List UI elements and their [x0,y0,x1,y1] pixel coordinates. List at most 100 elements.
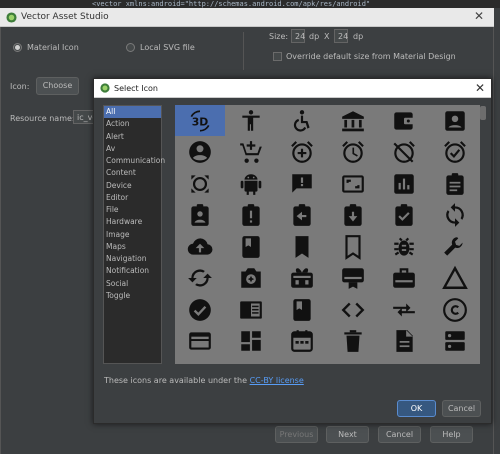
override-size-checkbox[interactable] [273,52,282,61]
accessible-icon [293,109,310,132]
category-item-action[interactable]: Action [104,118,161,130]
category-item-alert[interactable]: Alert [104,131,161,143]
icon-cell[interactable] [430,200,480,231]
category-item-device[interactable]: Device [104,180,161,192]
icon-cell[interactable] [277,326,327,357]
license-note: These icons are available under the CC-B… [104,376,304,385]
assignment-late-icon [242,204,260,226]
category-item-toggle[interactable]: Toggle [104,290,161,302]
icon-cell[interactable] [328,294,378,325]
icon-grid-scrollbar[interactable] [480,105,486,364]
icon-cell[interactable] [277,200,327,231]
chrome-reader-mode-icon [240,300,262,319]
vector-asset-studio-titlebar: Vector Asset Studio ✕ [0,8,494,27]
close-icon[interactable]: ✕ [474,9,484,23]
icon-cell[interactable] [226,231,276,262]
material-icon-radio[interactable] [13,43,22,52]
local-svg-radio[interactable] [126,43,135,52]
category-item-av[interactable]: Av [104,143,161,155]
assignment-turned-in-icon [395,204,413,226]
account-circle-icon [189,141,211,163]
choose-button[interactable]: Choose [36,77,79,95]
icon-cell[interactable] [328,137,378,168]
icon-cell[interactable] [430,105,480,136]
wizard-cancel-button[interactable]: Cancel [378,426,421,443]
icon-cell[interactable] [430,263,480,294]
icon-cell[interactable] [226,200,276,231]
previous-button[interactable]: Previous [275,426,318,443]
next-button[interactable]: Next [326,426,369,443]
width-field[interactable]: 24 [291,29,305,43]
icon-cell[interactable] [379,168,429,199]
icon-cell[interactable] [175,231,225,262]
category-item-hardware[interactable]: Hardware [104,216,161,228]
assignment-returned-icon [344,204,362,226]
icon-cell[interactable] [328,263,378,294]
icon-cell[interactable] [430,294,480,325]
backup-icon [187,237,213,255]
icon-cell[interactable] [379,294,429,325]
check-circle-icon [189,298,211,321]
category-item-notification[interactable]: Notification [104,265,161,277]
scrollbar-thumb[interactable] [480,106,486,120]
icon-cell[interactable] [328,168,378,199]
icon-cell[interactable] [226,294,276,325]
category-item-maps[interactable]: Maps [104,241,161,253]
svg-text:3D: 3D [192,115,209,128]
icon-cell[interactable] [328,105,378,136]
icon-cell[interactable] [226,168,276,199]
alarm-on-icon [444,141,466,163]
icon-cell[interactable] [226,137,276,168]
icon-cell[interactable] [175,294,225,325]
category-item-image[interactable]: Image [104,229,161,241]
select-icon-dialog: Select Icon ✕ All Action Alert Av Communicat… [93,78,492,424]
help-button[interactable]: Help [430,426,473,443]
icon-cell[interactable] [379,231,429,262]
icon-cell[interactable] [175,137,225,168]
close-icon[interactable]: ✕ [475,81,485,95]
icon-cell[interactable] [430,168,480,199]
icon-cell[interactable] [430,231,480,262]
icon-cell[interactable] [277,137,327,168]
category-item-file[interactable]: File [104,204,161,216]
category-item-content[interactable]: Content [104,167,161,179]
category-item-social[interactable]: Social [104,278,161,290]
bookmark-icon [295,235,309,258]
license-link[interactable]: CC-BY license [250,376,304,385]
category-item-navigation[interactable]: Navigation [104,253,161,265]
icon-cell[interactable] [379,137,429,168]
icon-cell[interactable] [226,326,276,357]
icon-cell[interactable] [328,231,378,262]
category-item-all[interactable]: All [104,106,161,119]
icon-cell[interactable] [175,200,225,231]
icon-cell[interactable] [175,263,225,294]
dns-icon [445,331,465,351]
icon-cell[interactable] [328,200,378,231]
icon-cell[interactable] [277,105,327,136]
icon-cell[interactable] [430,326,480,357]
icon-cell[interactable] [226,263,276,294]
icon-cell[interactable] [277,294,327,325]
category-item-editor[interactable]: Editor [104,192,161,204]
icon-cell[interactable] [175,326,225,357]
category-item-communication[interactable]: Communication [104,155,165,167]
icon-grid: 3D [175,105,481,364]
icon-cell[interactable] [226,105,276,136]
height-field[interactable]: 24 [334,29,348,43]
category-list[interactable]: All Action Alert Av Communication Content Devi… [103,105,165,364]
icon-cell[interactable] [277,263,327,294]
size-separator: X [324,32,330,41]
icon-cell[interactable] [379,105,429,136]
icon-cell[interactable] [379,200,429,231]
icon-cell[interactable] [277,231,327,262]
cancel-button[interactable]: Cancel [442,400,481,417]
icon-cell[interactable] [175,168,225,199]
icon-cell[interactable] [277,168,327,199]
icon-cell[interactable] [430,137,480,168]
icon-cell[interactable] [379,326,429,357]
icon-cell[interactable]: 3D [175,105,225,136]
icon-cell[interactable] [379,263,429,294]
ok-button[interactable]: OK [397,400,436,417]
resource-name-field[interactable]: ic_ve [73,110,95,124]
icon-cell[interactable] [328,326,378,357]
